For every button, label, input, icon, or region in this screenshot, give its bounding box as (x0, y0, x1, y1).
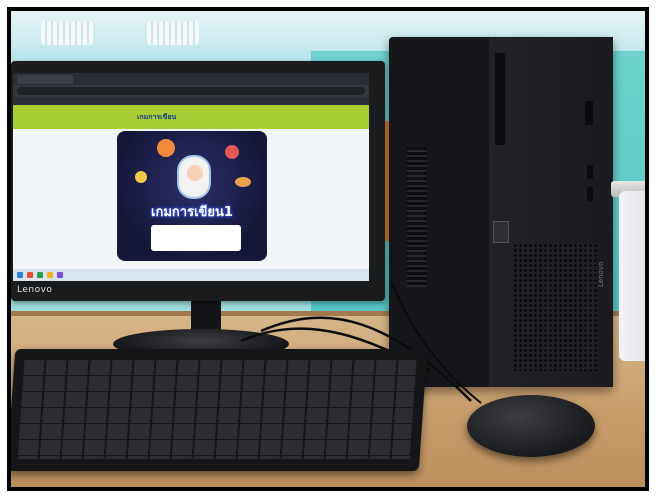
keyboard (11, 349, 428, 471)
mouse (467, 395, 595, 457)
keyboard-keys (17, 359, 417, 459)
photo-frame: Lenovo เกมการเขียน เกมการเขียน1 Lenovo (7, 7, 649, 491)
